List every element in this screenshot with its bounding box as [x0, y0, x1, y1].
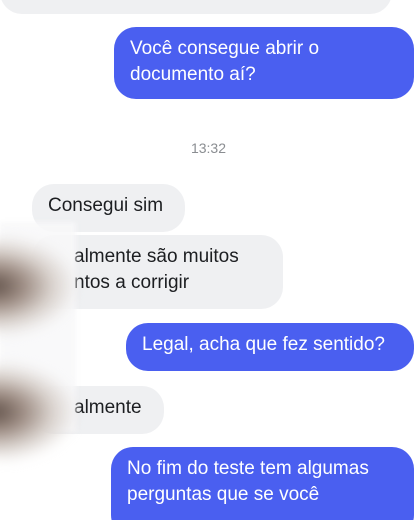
message-bubble-outgoing[interactable]: No fim do teste tem algumas perguntas qu… — [111, 447, 414, 520]
message-bubble-outgoing[interactable]: Você consegue abrir o documento aí? — [114, 27, 414, 99]
message-text: documento aí? — [130, 64, 256, 85]
message-text: almente — [74, 397, 142, 418]
message-text: Você consegue abrir o — [130, 38, 320, 59]
message-text: ntos a corrigir — [74, 272, 190, 293]
message-text: Consegui sim — [48, 195, 164, 216]
message-text: almente são muitos — [74, 246, 239, 267]
message-text: perguntas que se você — [127, 484, 320, 505]
message-timestamp: 13:32 — [190, 140, 227, 156]
chat-thread: Você consegue abrir o documento aí? 13:3… — [0, 0, 417, 520]
message-bubble-outgoing[interactable]: Legal, acha que fez sentido? — [126, 323, 414, 371]
message-bubble-incoming-clipped — [0, 0, 392, 14]
message-text: Legal, acha que fez sentido? — [142, 334, 385, 355]
message-text: No fim do teste tem algumas — [127, 458, 369, 479]
